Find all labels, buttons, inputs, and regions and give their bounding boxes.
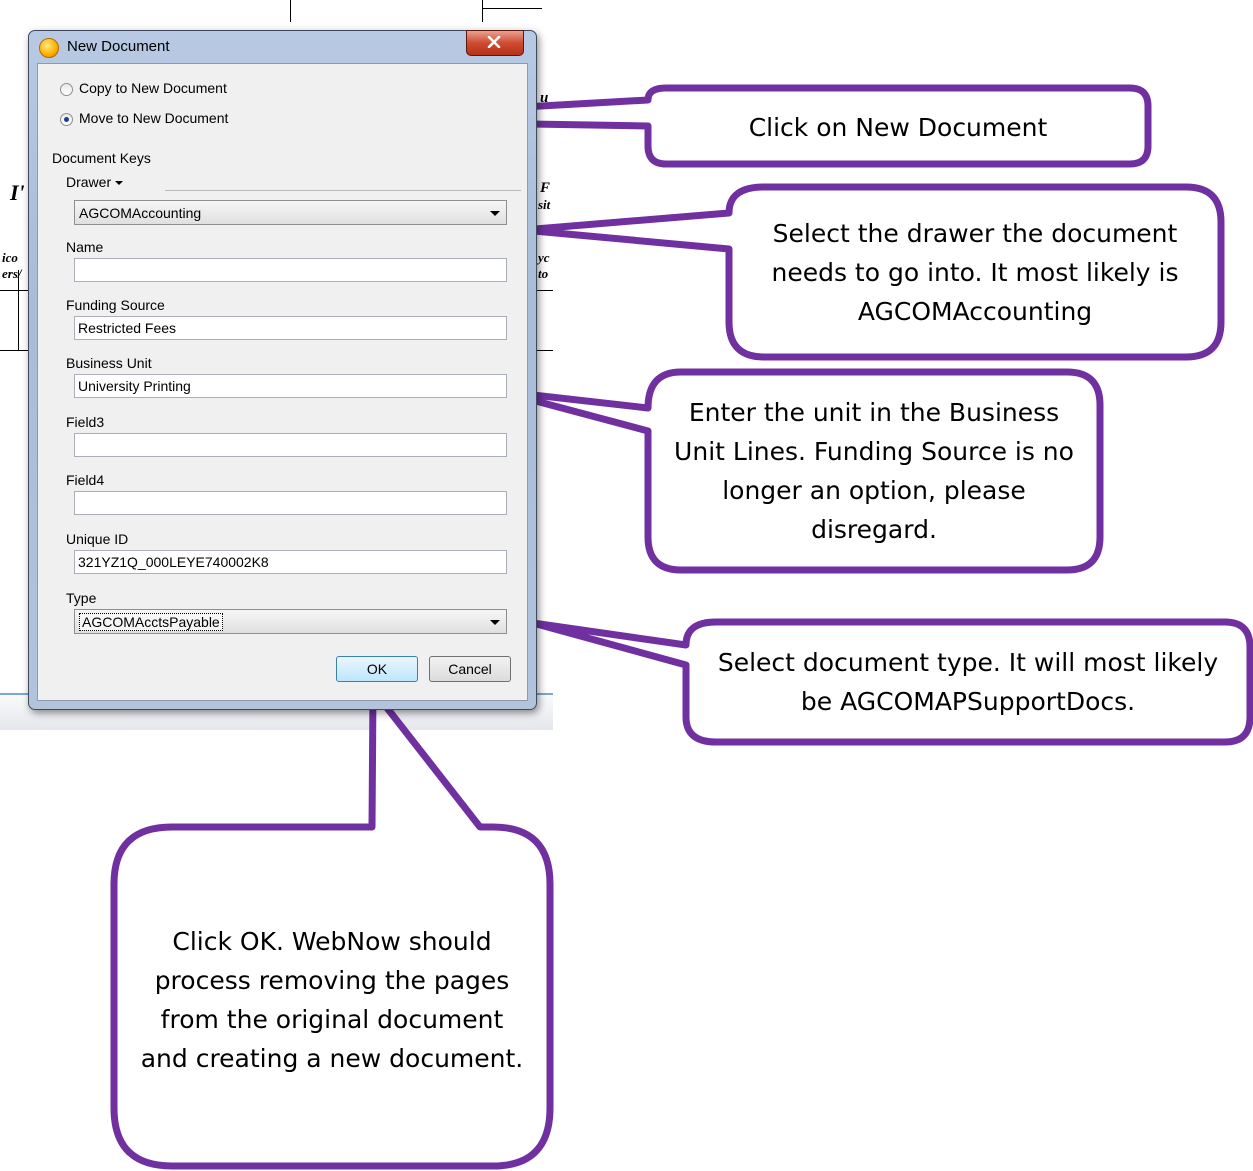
business-unit-label: Business Unit (66, 355, 152, 371)
unique-id-field[interactable]: 321YZ1Q_000LEYE740002K8 (74, 550, 507, 574)
field4-field[interactable] (74, 491, 507, 515)
field3-label: Field3 (66, 414, 105, 430)
drawer-dropdown-icon (115, 181, 124, 186)
type-value: AGCOMAcctsPayable (79, 613, 223, 631)
unique-id-label: Unique ID (66, 531, 129, 547)
group-divider (165, 190, 521, 191)
field3-field[interactable] (74, 433, 507, 457)
dialog-body: Copy to New Document Move to New Documen… (37, 63, 528, 701)
combo-arrow-icon (490, 211, 500, 216)
drawer-value: AGCOMAccounting (79, 205, 202, 221)
name-label: Name (66, 239, 104, 255)
funding-source-field[interactable]: Restricted Fees (74, 316, 507, 340)
callout-new-document: Click on New Document (748, 112, 1048, 142)
ok-button[interactable]: OK (336, 656, 418, 682)
document-keys-label: Document Keys (52, 150, 151, 166)
drawer-select[interactable]: AGCOMAccounting (74, 200, 507, 225)
name-field[interactable] (74, 258, 507, 282)
combo-arrow-icon (490, 620, 500, 625)
callout-business-unit: Enter the unit in the Business Unit Line… (674, 398, 1074, 544)
new-document-dialog: New Document Copy to New Document Move t… (28, 30, 537, 710)
move-to-new-document-radio[interactable] (60, 113, 73, 126)
callout-drawer: Select the drawer the document needs to … (771, 219, 1179, 326)
copy-to-new-document-radio[interactable] (60, 83, 73, 96)
field4-label: Field4 (66, 472, 105, 488)
app-icon (39, 38, 59, 58)
cancel-button[interactable]: Cancel (429, 656, 511, 682)
close-button[interactable] (466, 30, 524, 56)
business-unit-field[interactable]: University Printing (74, 374, 507, 398)
copy-option-label[interactable]: Copy to New Document (79, 80, 227, 96)
close-icon (487, 36, 501, 48)
type-select[interactable]: AGCOMAcctsPayable (74, 609, 507, 634)
callout-type: Select document type. It will most likel… (717, 648, 1219, 716)
type-label: Type (66, 590, 97, 606)
drawer-menu-button[interactable]: Drawer (66, 174, 124, 190)
move-option-label[interactable]: Move to New Document (79, 110, 228, 126)
callout-ok: Click OK. WebNow should process removing… (140, 927, 524, 1073)
funding-source-label: Funding Source (66, 297, 165, 313)
dialog-title: New Document (67, 38, 170, 55)
